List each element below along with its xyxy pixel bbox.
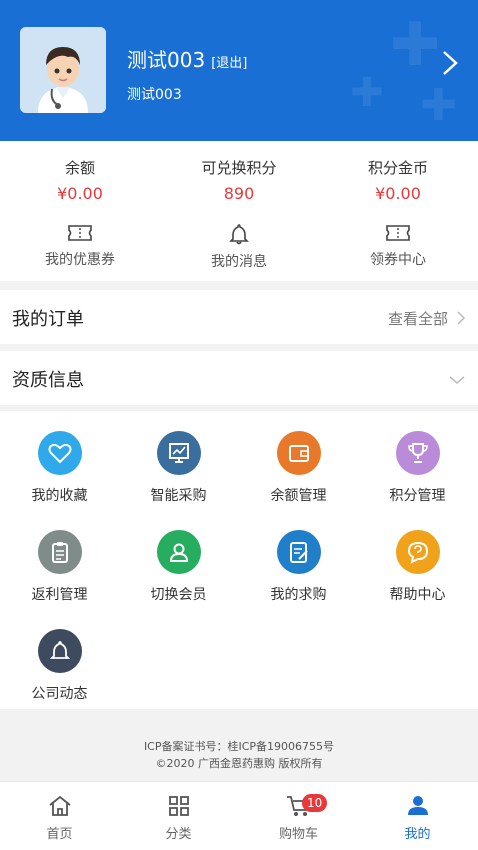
chevron-right-icon[interactable] (440, 48, 460, 78)
link-label: 我的优惠券 (45, 252, 115, 268)
grid-label: 我的求购 (270, 587, 327, 603)
grid-item-switch-member[interactable]: 切换会员 (119, 530, 238, 604)
stat-label: 积分金币 (367, 159, 428, 177)
trophy-icon (395, 431, 440, 475)
grid-label: 返利管理 (31, 587, 88, 603)
grid-label: 帮助中心 (389, 587, 446, 603)
tab-label: 购物车 (278, 827, 318, 842)
stat-points[interactable]: 可兑换积分 890 (159, 157, 319, 203)
orders-title: 我的订单 (12, 309, 84, 330)
copyright-line: ©2020 广西金恩药惠购 版权所有 (155, 757, 323, 770)
tab-home[interactable]: 首页 (0, 782, 119, 850)
link-label: 领券中心 (370, 252, 426, 268)
stat-value: ¥0.00 (57, 184, 103, 203)
chevron-down-icon (449, 376, 465, 384)
doctor-avatar-icon (20, 27, 106, 113)
grid-item-help-center[interactable]: 帮助中心 (358, 530, 477, 604)
grid-label: 公司动态 (31, 686, 88, 702)
wallet-icon (276, 431, 321, 475)
link-label: 我的消息 (211, 254, 267, 270)
ticket-icon (386, 225, 410, 241)
bell-icon (37, 629, 82, 673)
tab-label: 分类 (165, 827, 192, 842)
tab-category[interactable]: 分类 (119, 782, 238, 850)
grid-item-company-news[interactable]: 公司动态 (0, 629, 119, 703)
help-chat-icon (395, 530, 440, 574)
tab-label: 首页 (46, 827, 73, 842)
grid-item-rebate-management[interactable]: 返利管理 (0, 530, 119, 604)
user-name: 测试003 [退出] (127, 44, 247, 73)
grid-label: 余额管理 (270, 488, 327, 504)
grid-item-balance-management[interactable]: 余额管理 (239, 431, 358, 505)
link-coupon-center[interactable]: 领券中心 (318, 223, 478, 269)
grid-icon (168, 796, 189, 816)
grid-item-my-requests[interactable]: 我的求购 (239, 530, 358, 604)
monitor-chart-icon (156, 431, 201, 475)
icp-footer: ICP备案证书号：桂ICP备19006755号 ©2020 广西金恩药惠购 版权… (0, 709, 478, 781)
avatar[interactable] (20, 27, 106, 113)
my-orders-row[interactable]: 我的订单 查看全部 (0, 290, 478, 344)
clipboard-icon (37, 530, 82, 574)
home-icon (48, 795, 71, 816)
heart-icon (37, 431, 82, 475)
grid-item-smart-purchase[interactable]: 智能采购 (119, 431, 238, 505)
cart-count-badge: 10 (302, 794, 328, 812)
user-subtitle: 测试003 (127, 87, 182, 103)
stat-value: 890 (223, 184, 255, 203)
account-stats: 余额 ¥0.00 可兑换积分 890 积分金币 ¥0.00 我的优惠券 我的消息… (0, 141, 478, 281)
stat-value: ¥0.00 (375, 184, 421, 203)
grid-item-points-management[interactable]: 积分管理 (358, 431, 477, 505)
grid-item-favorites[interactable]: 我的收藏 (0, 431, 119, 505)
bottom-tab-bar: 首页 分类 10 购物车 我的 (0, 781, 478, 850)
decor-cross: ✚ (420, 80, 457, 131)
stat-label: 余额 (64, 159, 95, 177)
decor-cross: ✚ (390, 10, 441, 80)
grid-label: 切换会员 (150, 587, 207, 603)
link-my-coupons[interactable]: 我的优惠券 (0, 223, 160, 269)
stat-balance[interactable]: 余额 ¥0.00 (0, 157, 160, 203)
bell-icon (229, 224, 249, 245)
logout-link[interactable]: [退出] (211, 56, 247, 71)
stat-coins[interactable]: 积分金币 ¥0.00 (318, 157, 478, 203)
grid-label: 智能采购 (150, 488, 207, 504)
tab-cart[interactable]: 10 购物车 (239, 782, 358, 850)
decor-cross: ✚ (350, 70, 384, 116)
grid-label: 我的收藏 (31, 488, 88, 504)
view-all-link[interactable]: 查看全部 (388, 308, 448, 329)
link-my-messages[interactable]: 我的消息 (159, 223, 319, 271)
person-icon (407, 796, 428, 815)
user-switch-icon (156, 530, 201, 574)
edit-doc-icon (276, 530, 321, 574)
qualification-row[interactable]: 资质信息 (0, 351, 478, 405)
stat-label: 可兑换积分 (201, 159, 277, 177)
ticket-icon (68, 225, 92, 241)
user-name-text: 测试003 (127, 48, 206, 72)
icp-line: ICP备案证书号：桂ICP备19006755号 (143, 740, 335, 753)
function-grid: 我的收藏 智能采购 余额管理 积分管理 返利管理 切换会员 我的求购 帮助中心 … (0, 411, 478, 709)
qualification-title: 资质信息 (12, 370, 84, 391)
tab-label: 我的 (404, 827, 431, 842)
tab-mine[interactable]: 我的 (358, 782, 477, 850)
profile-header: ✚ ✚ ✚ 测试003 [退出] 测试003 (0, 0, 478, 141)
chevron-right-icon (457, 311, 466, 325)
grid-label: 积分管理 (389, 488, 446, 504)
